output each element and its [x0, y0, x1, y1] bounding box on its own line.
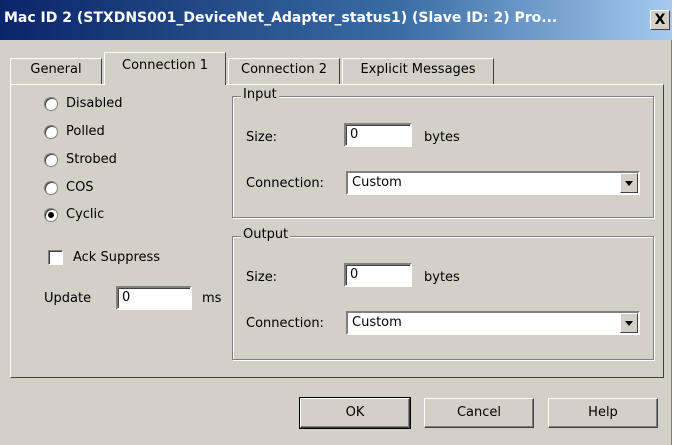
radio-cyclic[interactable]: Cyclic: [44, 207, 104, 222]
radio-label: Cyclic: [66, 207, 105, 222]
input-connection-label: Connection:: [246, 176, 324, 191]
input-group-title: Input: [241, 87, 279, 102]
help-button[interactable]: Help: [548, 398, 658, 428]
output-group: Output: [232, 227, 654, 360]
tab-connection-2[interactable]: Connection 2: [228, 58, 340, 84]
radio-circle-icon: [44, 152, 58, 167]
output-group-title: Output: [241, 227, 291, 242]
output-connection-select[interactable]: Custom: [346, 311, 640, 335]
checkbox-box-icon: [48, 250, 63, 265]
dropdown-arrow-icon[interactable]: [620, 313, 638, 333]
radio-circle-icon: [44, 96, 58, 111]
radio-selected-dot-icon: [48, 211, 54, 218]
cancel-button[interactable]: Cancel: [424, 398, 534, 428]
radio-strobed[interactable]: Strobed: [44, 152, 117, 167]
update-input[interactable]: 0: [116, 286, 192, 310]
output-connection-value: Custom: [352, 315, 402, 330]
radio-circle-icon: [44, 124, 58, 139]
input-group: Input: [232, 87, 654, 218]
input-size-field[interactable]: 0: [344, 123, 412, 147]
output-size-unit: bytes: [424, 270, 460, 285]
output-size-label: Size:: [246, 270, 278, 285]
radio-cos[interactable]: COS: [44, 180, 94, 195]
update-label: Update: [44, 291, 92, 306]
ack-suppress-checkbox[interactable]: Ack Suppress: [48, 250, 160, 265]
dropdown-arrow-icon[interactable]: [620, 173, 638, 193]
input-size-unit: bytes: [424, 130, 460, 145]
radio-circle-icon: [44, 180, 58, 195]
radio-label: Strobed: [66, 152, 117, 167]
input-connection-select[interactable]: Custom: [346, 171, 640, 195]
radio-circle-icon: [44, 207, 58, 222]
radio-disabled[interactable]: Disabled: [44, 96, 122, 111]
radio-label: Disabled: [66, 96, 123, 111]
tab-general[interactable]: General: [10, 58, 102, 84]
radio-label: COS: [66, 180, 94, 195]
ack-suppress-label: Ack Suppress: [73, 250, 161, 265]
update-unit-label: ms: [202, 291, 222, 306]
tab-connection-1[interactable]: Connection 1: [104, 52, 226, 85]
tab-explicit-messages[interactable]: Explicit Messages: [342, 58, 494, 84]
ok-button[interactable]: OK: [299, 397, 411, 429]
output-size-field[interactable]: 0: [344, 263, 412, 287]
input-size-label: Size:: [246, 130, 278, 145]
properties-dialog: Mac ID 2 (STXDNS001_DeviceNet_Adapter_st…: [0, 0, 672, 445]
window-title: Mac ID 2 (STXDNS001_DeviceNet_Adapter_st…: [4, 10, 558, 26]
input-connection-value: Custom: [352, 175, 402, 190]
title-bar[interactable]: Mac ID 2 (STXDNS001_DeviceNet_Adapter_st…: [0, 0, 672, 40]
radio-label: Polled: [66, 124, 105, 139]
output-connection-label: Connection:: [246, 316, 324, 331]
radio-polled[interactable]: Polled: [44, 124, 105, 139]
close-button[interactable]: X: [650, 10, 670, 30]
